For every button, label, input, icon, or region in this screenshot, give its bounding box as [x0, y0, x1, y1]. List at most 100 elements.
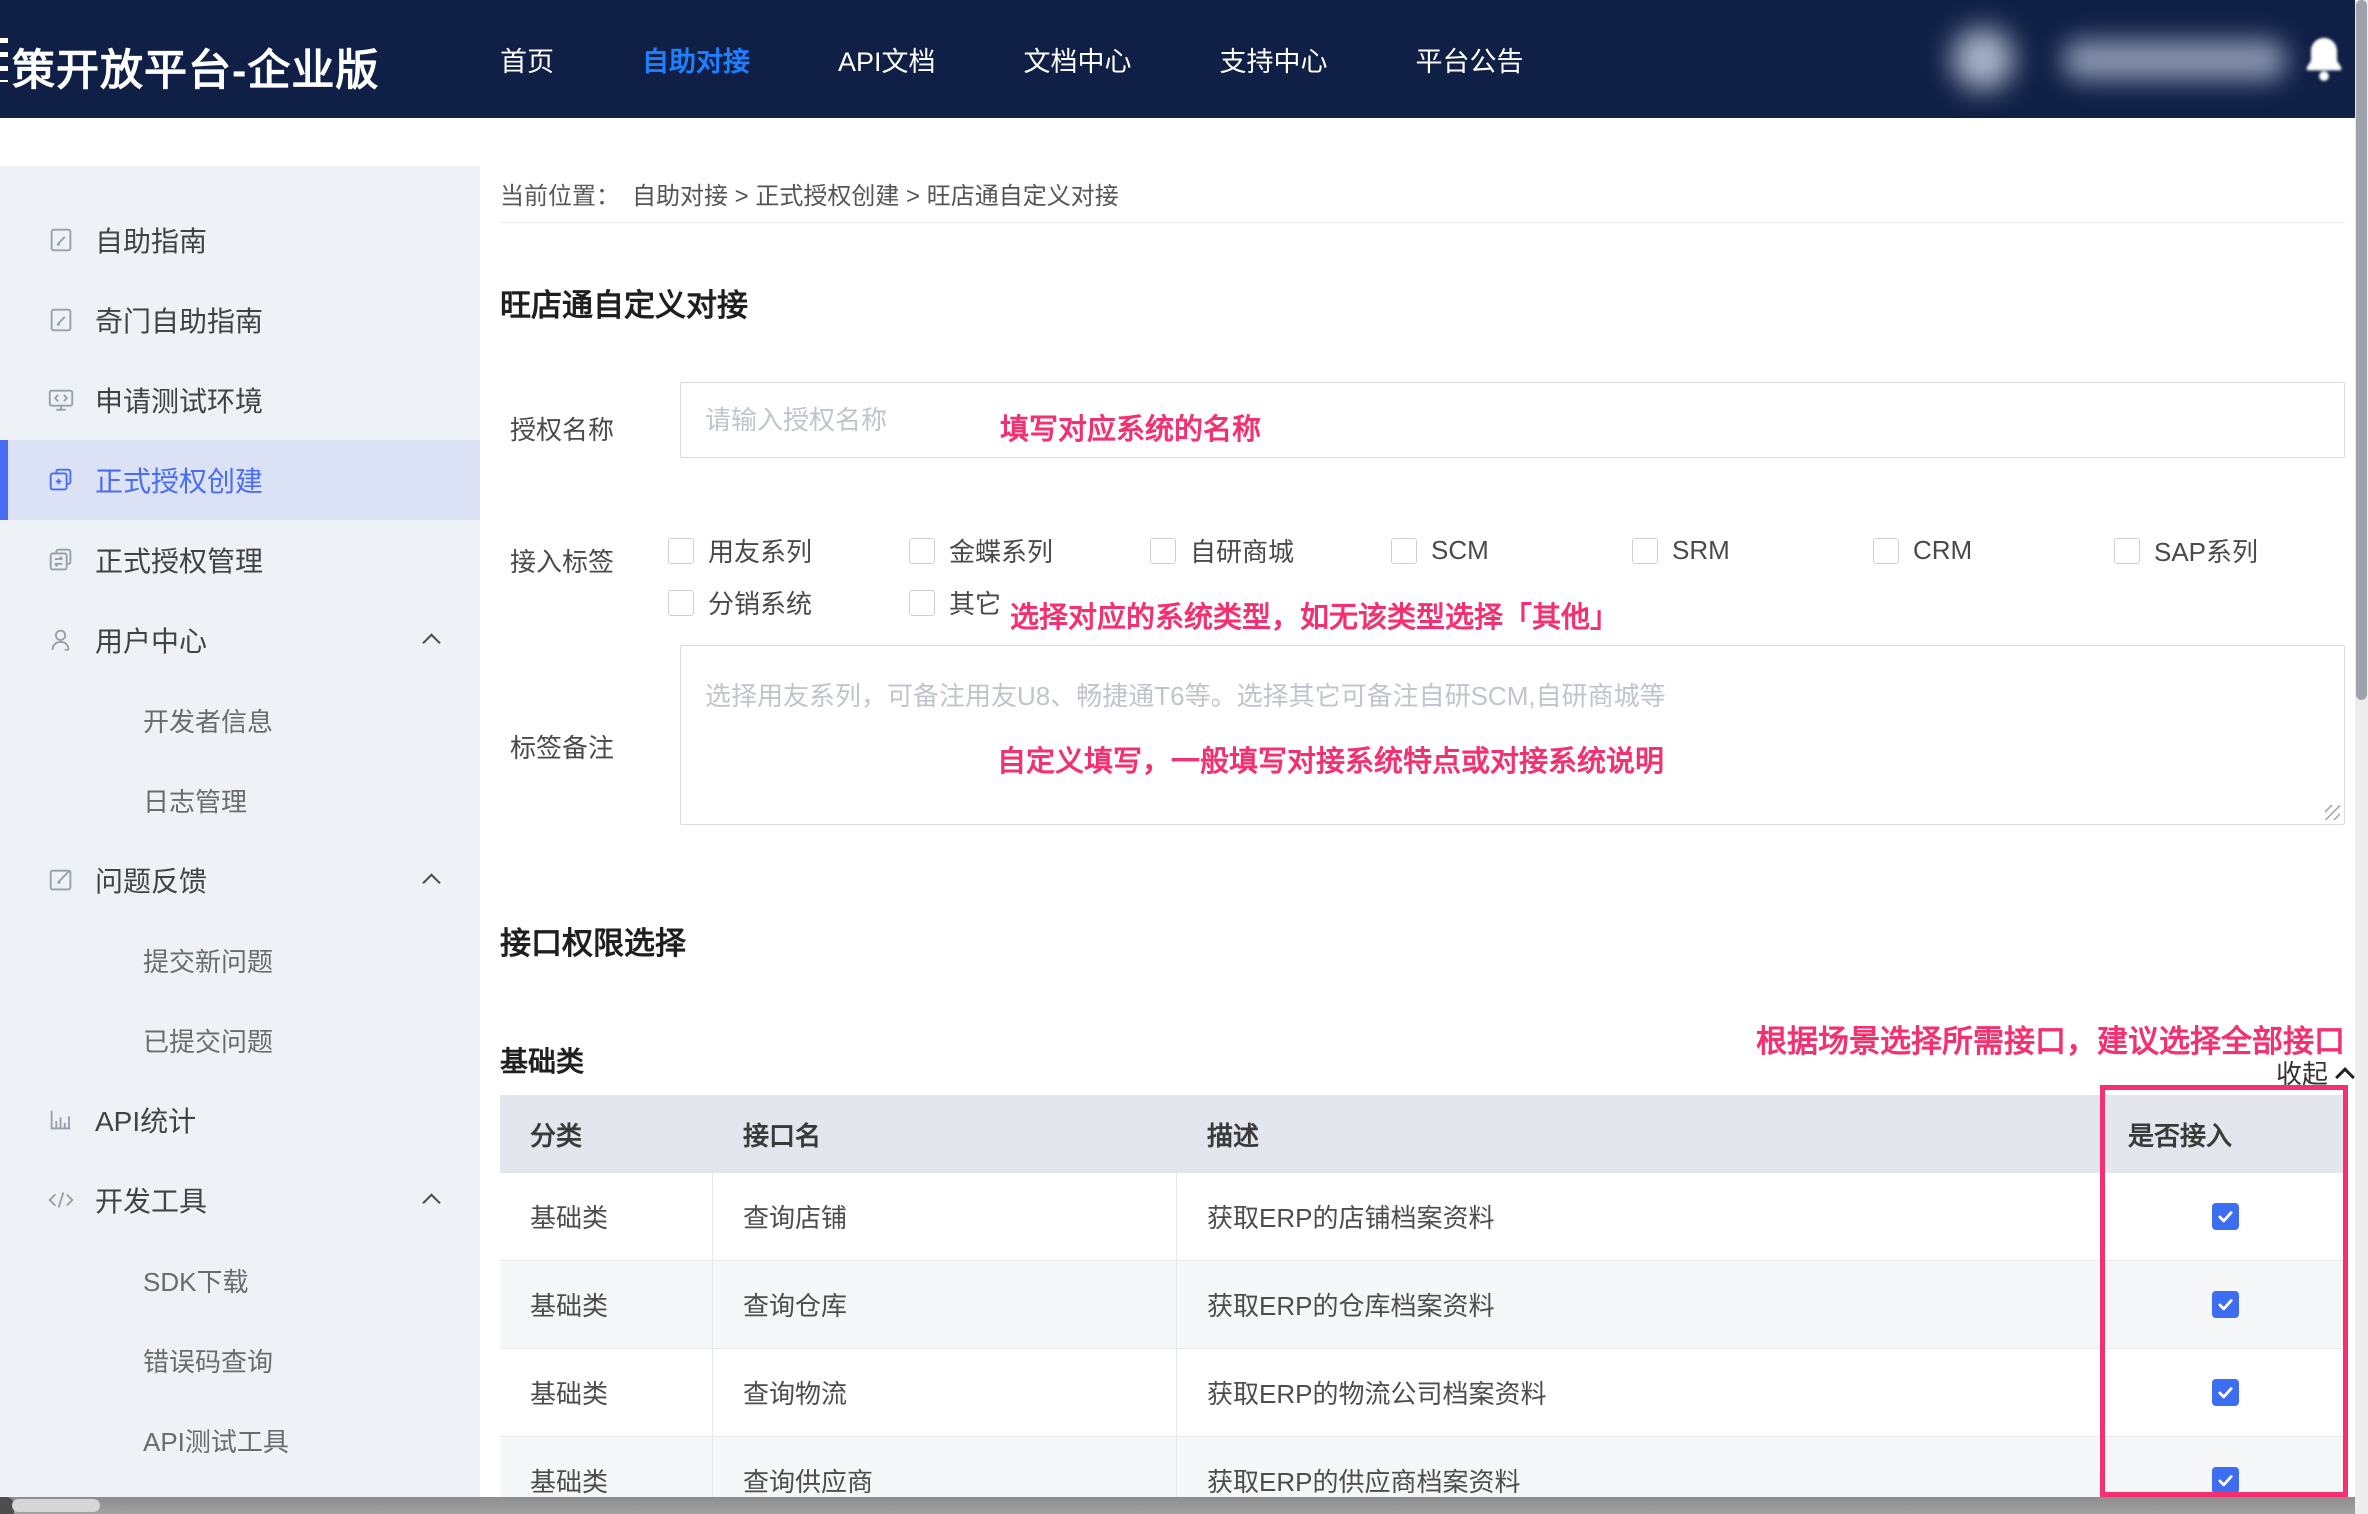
permissions-title: 接口权限选择: [500, 918, 686, 963]
sidebar-item[interactable]: 错误码查询: [0, 1320, 480, 1400]
table-cell: 基础类: [500, 1173, 713, 1260]
sidebar-item[interactable]: 提交新问题: [0, 920, 480, 1000]
sidebar-item[interactable]: 日志管理: [0, 760, 480, 840]
tag-option[interactable]: SCM: [1391, 532, 1632, 569]
tag-option[interactable]: CRM: [1873, 532, 2114, 569]
user-icon: [46, 625, 76, 655]
main-nav-menu: 首页 自助对接 API文档 文档中心 支持中心 平台公告: [500, 0, 1524, 118]
table-cell: 基础类: [500, 1349, 713, 1436]
checkbox-unchecked[interactable]: [1391, 538, 1417, 564]
tag-option[interactable]: 自研商城: [1150, 532, 1391, 569]
notification-bell-icon[interactable]: [2298, 30, 2350, 88]
vertical-scrollbar-thumb[interactable]: [2356, 0, 2367, 700]
sidebar-item[interactable]: 问题反馈: [0, 840, 480, 920]
table-cell: 获取ERP的店铺档案资料: [1177, 1173, 2105, 1260]
sidebar-item-label: 奇门自助指南: [95, 300, 263, 340]
checkbox-unchecked[interactable]: [2114, 538, 2140, 564]
sidebar-item[interactable]: 申请测试环境: [0, 360, 480, 440]
user-name-blurred[interactable]: [2062, 40, 2287, 80]
table-row: 基础类查询物流获取ERP的物流公司档案资料: [500, 1349, 2345, 1437]
auth-name-input[interactable]: [680, 382, 2345, 458]
breadcrumb-divider: [500, 222, 2345, 223]
sidebar-item-label: API统计: [95, 1100, 196, 1140]
nav-item[interactable]: 自助对接: [642, 40, 750, 79]
sidebar-item[interactable]: SDK下载: [0, 1240, 480, 1320]
checkbox-unchecked[interactable]: [668, 590, 694, 616]
breadcrumb: 当前位置： 自助对接 > 正式授权创建 > 旺店通自定义对接: [500, 176, 1119, 211]
logo-clipped-character: [0, 38, 8, 82]
table-cell-join: [2105, 1173, 2345, 1260]
table-body: 基础类查询店铺获取ERP的店铺档案资料基础类查询仓库获取ERP的仓库档案资料基础…: [500, 1173, 2345, 1514]
table-header-row: 分类接口名描述是否接入: [500, 1095, 2345, 1173]
sidebar-item-label: API测试工具: [143, 1422, 289, 1459]
platform-logo: 策开放平台-企业版: [12, 36, 379, 98]
sidebar-item-label: 提交新问题: [143, 942, 273, 979]
user-avatar-blurred[interactable]: [1952, 28, 2014, 90]
sidebar-item-label: 用户中心: [95, 620, 207, 660]
chevron-up-icon: [422, 633, 440, 651]
sidebar-item[interactable]: 开发者信息: [0, 680, 480, 760]
sidebar-item[interactable]: 开发工具: [0, 1160, 480, 1240]
sidebar-item[interactable]: API测试工具: [0, 1400, 480, 1480]
sidebar-item-label: 日志管理: [143, 782, 247, 819]
breadcrumb-label: 当前位置：: [500, 183, 620, 210]
tags-label: 接入标签: [510, 542, 614, 579]
tag-option[interactable]: 分销系统: [668, 584, 909, 621]
tag-option[interactable]: SAP系列: [2114, 532, 2355, 569]
nav-item[interactable]: API文档: [838, 40, 936, 79]
vertical-scrollbar[interactable]: [2355, 0, 2368, 1514]
checkbox-unchecked[interactable]: [909, 590, 935, 616]
checkbox-unchecked[interactable]: [668, 538, 694, 564]
table-cell: 获取ERP的物流公司档案资料: [1177, 1349, 2105, 1436]
tag-option-label: 用友系列: [708, 532, 812, 569]
checkbox-unchecked[interactable]: [909, 538, 935, 564]
group-title-basic: 基础类: [500, 1040, 584, 1080]
monitor-code-icon: [46, 385, 76, 415]
sidebar-item-label: 申请测试环境: [95, 380, 263, 420]
checkbox-unchecked[interactable]: [1150, 538, 1176, 564]
sidebar-item[interactable]: 自助指南: [0, 200, 480, 280]
sidebar-item[interactable]: 已提交问题: [0, 1000, 480, 1080]
nav-item[interactable]: 支持中心: [1220, 40, 1328, 79]
tag-option-label: SAP系列: [2154, 532, 2258, 569]
checkbox-unchecked[interactable]: [1873, 538, 1899, 564]
checkbox-checked[interactable]: [2212, 1467, 2239, 1494]
nav-item[interactable]: 首页: [500, 40, 554, 79]
sidebar-item-label: 问题反馈: [95, 860, 207, 900]
sidebar-item-label: 正式授权创建: [95, 460, 263, 500]
api-permissions-table: 分类接口名描述是否接入 基础类查询店铺获取ERP的店铺档案资料基础类查询仓库获取…: [500, 1095, 2345, 1514]
checkbox-checked[interactable]: [2212, 1291, 2239, 1318]
feedback-icon: [46, 865, 76, 895]
table-row: 基础类查询店铺获取ERP的店铺档案资料: [500, 1173, 2345, 1261]
tag-option-label: CRM: [1913, 535, 1972, 566]
tag-option[interactable]: SRM: [1632, 532, 1873, 569]
checkbox-unchecked[interactable]: [1632, 538, 1658, 564]
sidebar-item-label: 开发工具: [95, 1180, 207, 1220]
sidebar-item[interactable]: 正式授权管理: [0, 520, 480, 600]
nav-item[interactable]: 平台公告: [1416, 40, 1524, 79]
remark-label: 标签备注: [510, 728, 614, 765]
remark-textarea[interactable]: [680, 645, 2345, 825]
textarea-resize-handle[interactable]: [2325, 805, 2340, 820]
sidebar-item-label: SDK下载: [143, 1262, 248, 1299]
sidebar-item-label: 已提交问题: [143, 1022, 273, 1059]
nav-item[interactable]: 文档中心: [1024, 40, 1132, 79]
page-title: 旺店通自定义对接: [500, 280, 748, 325]
auth-name-label: 授权名称: [510, 410, 614, 447]
horizontal-scrollbar-thumb[interactable]: [12, 1499, 100, 1512]
chevron-up-icon: [422, 873, 440, 891]
table-header-cell: 接口名: [713, 1095, 1177, 1173]
sidebar-item-active[interactable]: 正式授权创建: [0, 440, 480, 520]
breadcrumb-path[interactable]: 自助对接 > 正式授权创建 > 旺店通自定义对接: [632, 183, 1119, 210]
sidebar-item[interactable]: 奇门自助指南: [0, 280, 480, 360]
top-navbar: 策开放平台-企业版 首页 自助对接 API文档 文档中心 支持中心 平台公告: [0, 0, 2355, 118]
horizontal-scrollbar[interactable]: [0, 1497, 2355, 1514]
table-cell-join: [2105, 1261, 2345, 1348]
tag-option-label: SCM: [1431, 535, 1489, 566]
tag-option[interactable]: 金蝶系列: [909, 532, 1150, 569]
checkbox-checked[interactable]: [2212, 1203, 2239, 1230]
sidebar-item[interactable]: API统计: [0, 1080, 480, 1160]
tag-option[interactable]: 用友系列: [668, 532, 909, 569]
sidebar-item[interactable]: 用户中心: [0, 600, 480, 680]
checkbox-checked[interactable]: [2212, 1379, 2239, 1406]
